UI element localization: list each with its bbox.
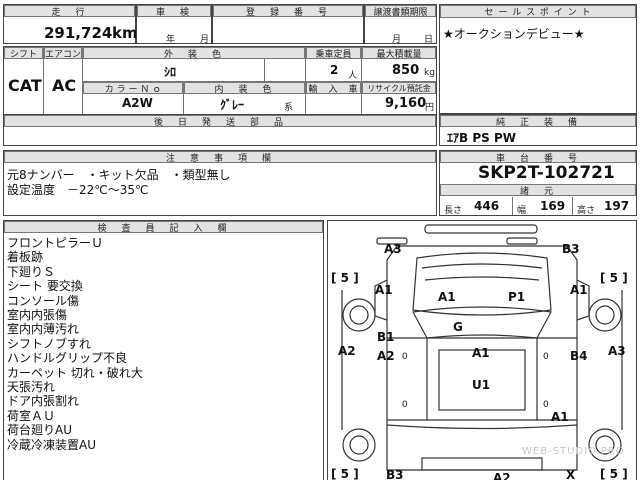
inspector-item: 着板跡 — [7, 250, 44, 265]
interior-suffix: 系 — [284, 103, 294, 113]
capacity-unit: 人 — [348, 71, 358, 81]
damage-code-a3-right-side: A3 — [608, 344, 626, 358]
inspector-item: シフトノブすれ — [7, 336, 92, 351]
width-label: 幅 — [517, 206, 527, 216]
bracket-right-top: [ 5 ] — [600, 271, 628, 285]
zero-mark-left: 0 — [402, 352, 408, 362]
inspector-item: 荷室ＡＵ — [7, 408, 56, 423]
recycle-header: リサイクル預託金 — [362, 82, 436, 94]
notes-line-2: 設定温度 －22℃～35℃ — [7, 183, 149, 197]
registration-header: 登 録 番 号 — [213, 5, 363, 18]
inspector-item: 荷台廻りAU — [7, 423, 72, 438]
damage-code-a1-hood-left: A1 — [438, 290, 456, 304]
capacity-value: 2 — [330, 63, 339, 77]
sales-point-text: ★オークションデビュー★ — [443, 27, 585, 41]
inspection-header: 車 検 — [137, 5, 211, 18]
zero-mark-left-lower: 0 — [402, 400, 408, 410]
damage-code-a1-rear-right: A1 — [551, 410, 569, 424]
exterior-header: 外 装 色 — [83, 47, 305, 60]
damage-code-a3-top-left: A3 — [384, 242, 402, 256]
equipment-text: ｴｱB PS PW — [447, 131, 516, 145]
inspector-item: 天張汚れ — [7, 380, 56, 395]
inspector-item: フロントピラーＵ — [7, 236, 104, 250]
damage-code-a2-left-door: A2 — [377, 349, 395, 363]
bracket-right-bottom: [ 5 ] — [600, 467, 628, 480]
height-label: 高さ — [577, 206, 596, 216]
ac-value: AC — [52, 76, 77, 95]
inspector-item: ハンドルグリップ不良 — [7, 351, 128, 366]
height-value: 197 — [604, 199, 630, 213]
damage-code-a2-bottom: A2 — [493, 471, 511, 480]
inspector-item: 冷蔵冷凍装置AU — [7, 437, 96, 452]
inspector-item: 室内内薄汚れ — [7, 322, 80, 337]
mileage-value: 291,724 — [44, 24, 113, 42]
mileage-unit: km — [112, 24, 138, 42]
ac-header: エアコン — [44, 47, 82, 60]
inspector-item: ドア内張割れ — [7, 394, 80, 409]
inspector-item: シート 要交換 — [7, 279, 83, 294]
inspector-item: 下廻りＳ — [7, 264, 56, 279]
zero-mark-right: 0 — [543, 352, 549, 362]
later-docs-header: 後 日 発 送 部 品 — [4, 115, 436, 128]
length-label: 長さ — [444, 206, 463, 216]
damage-code-a1-roof: A1 — [472, 346, 490, 360]
color-no-header: カ ラ ー Ｎ ｏ — [83, 82, 183, 95]
exterior-value: ｼﾛ — [164, 65, 177, 79]
capacity-header: 乗車定員 — [306, 47, 361, 60]
chassis-header: 車 台 番 号 — [440, 151, 636, 164]
inspection-month-unit: 月 — [200, 35, 210, 45]
damage-code-a1-right-front: A1 — [570, 283, 588, 297]
zero-mark-right-lower: 0 — [543, 400, 549, 410]
transfer-header: 譲渡書類期限 — [365, 5, 436, 18]
recycle-value: 9,160 — [385, 96, 427, 111]
load-unit: kg — [424, 68, 435, 78]
load-header: 最大積載量 — [362, 47, 436, 60]
sales-point-header: セ ー ル ス ポ イ ン ト — [440, 5, 636, 18]
damage-code-b4-right-door: B4 — [570, 349, 588, 363]
transfer-month-unit: 月 — [392, 35, 402, 45]
sales-point-box — [439, 4, 637, 114]
notes-header: 注 意 事 項 欄 — [4, 151, 436, 164]
damage-code-g-windshield: G — [453, 320, 463, 334]
inspector-item: カーペット 切れ・破れ大 — [7, 365, 143, 380]
shift-value: CAT — [8, 76, 42, 95]
damage-code-b3-top-right: B3 — [562, 242, 580, 256]
bracket-left-bottom: [ 5 ] — [331, 467, 359, 480]
mileage-header: 走 行 — [4, 5, 135, 18]
import-header: 輸 入 車 — [306, 82, 361, 95]
damage-code-u1-center: U1 — [472, 378, 491, 392]
watermark: WEB-STUDIO.PRO — [522, 446, 625, 457]
inspector-item: 室内内張傷 — [7, 308, 68, 323]
inspector-item: コンソール傷 — [7, 293, 80, 308]
auction-sheet: 走 行 291,724 km 車 検 年 月 登 録 番 号 譲渡書類期限 月 … — [0, 0, 640, 480]
chassis-value: SKP2T-102721 — [478, 163, 615, 183]
damage-code-p1-hood-right: P1 — [508, 290, 526, 304]
damage-code-a2-left-side: A2 — [338, 344, 356, 358]
interior-value: ｸﾞﾚｰ — [220, 98, 245, 112]
inspector-header: 検 査 員 記 入 欄 — [4, 221, 323, 234]
inspection-year-unit: 年 — [166, 35, 176, 45]
shift-header: シフト — [4, 47, 43, 60]
inspector-list: フロントピラーＵ 着板跡 下廻りＳ シート 要交換 コンソール傷 室内内張傷 室… — [7, 236, 143, 452]
interior-header: 内 装 色 — [184, 82, 305, 95]
damage-code-b1-left-door: B1 — [377, 330, 395, 344]
damage-code-a1-left-front: A1 — [375, 283, 393, 297]
bracket-left-top: [ 5 ] — [331, 271, 359, 285]
equipment-header: 純 正 装 備 — [440, 115, 636, 128]
width-value: 169 — [540, 199, 566, 213]
recycle-unit: 円 — [425, 103, 435, 113]
damage-code-b3-bottom-left: B3 — [386, 468, 404, 480]
damage-code-x-bottom-right: X — [566, 468, 576, 480]
transfer-day-unit: 日 — [424, 35, 434, 45]
color-no-value: A2W — [122, 96, 153, 110]
dims-header: 諸 元 — [440, 184, 636, 197]
length-value: 446 — [474, 199, 500, 213]
load-value: 850 — [392, 63, 420, 78]
